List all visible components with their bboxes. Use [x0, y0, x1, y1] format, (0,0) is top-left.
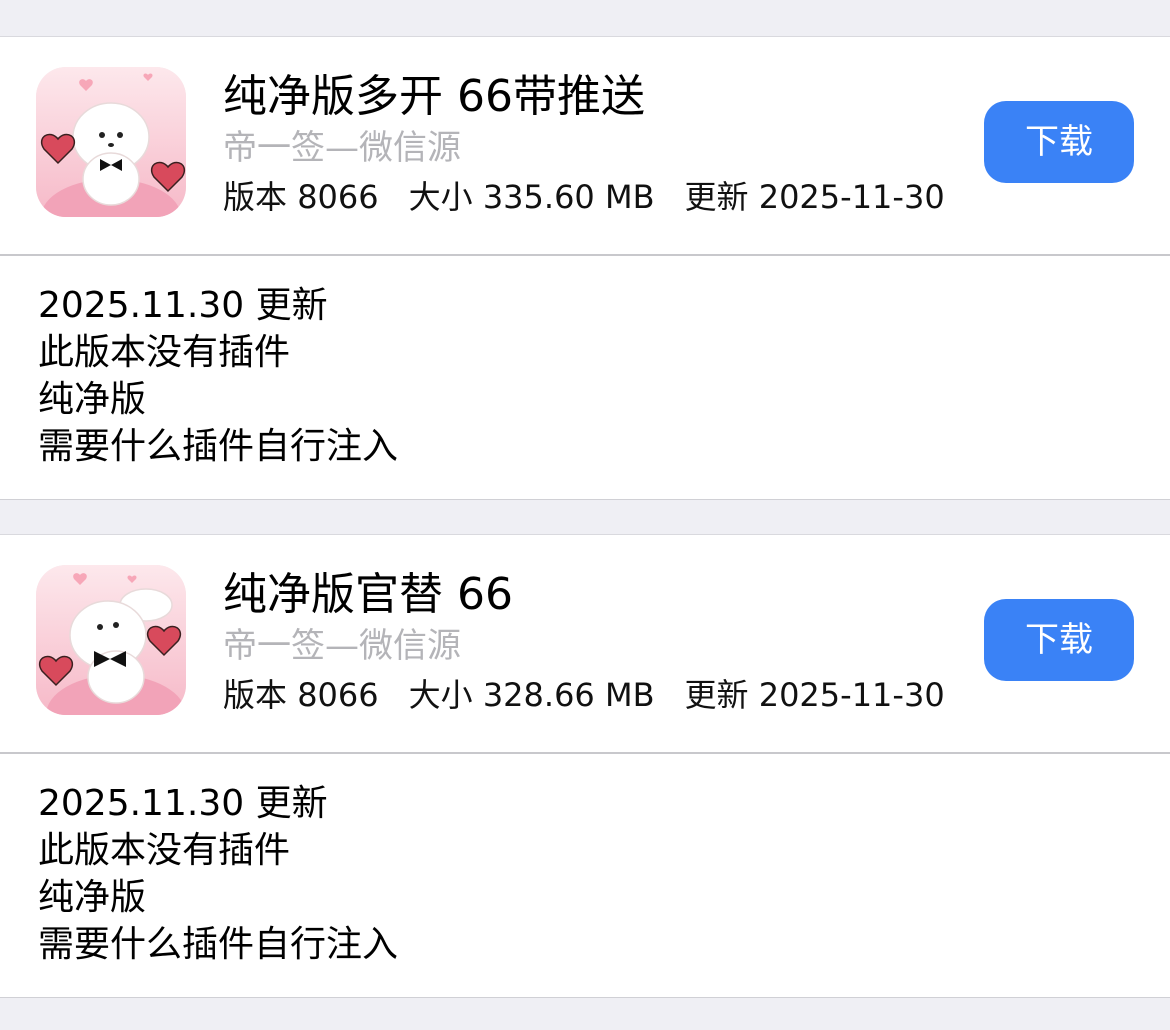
download-button[interactable]: 下载 [984, 599, 1134, 681]
app-source: 帝一签—微信源 [223, 128, 461, 168]
release-note-line: 2025.11.30 更新 [38, 783, 328, 824]
size-value: 335.60 MB [482, 178, 655, 216]
version-label: 版本 [223, 676, 288, 714]
release-note-line: 2025.11.30 更新 [38, 285, 328, 326]
updated-value: 2025-11-30 [758, 676, 945, 714]
release-notes-section: 2025.11.30 更新 此版本没有插件 纯净版 需要什么插件自行注入 [0, 752, 1170, 998]
size-info: 大小 328.66 MB [409, 673, 655, 717]
app-meta: 版本 8066 大小 328.66 MB 更新 2025-11-30 [223, 673, 945, 717]
updated-label: 更新 [684, 178, 749, 216]
app-source: 帝一签—微信源 [223, 626, 461, 666]
app-card-header[interactable]: 纯净版多开 66带推送 帝一签—微信源 版本 8066 大小 335.60 MB… [0, 36, 1170, 254]
app-card-header[interactable]: 纯净版官替 66 帝一签—微信源 版本 8066 大小 328.66 MB 更新… [0, 534, 1170, 752]
size-label: 大小 [408, 676, 473, 714]
release-notes: 2025.11.30 更新 此版本没有插件 纯净版 需要什么插件自行注入 [38, 282, 398, 470]
release-notes-section: 2025.11.30 更新 此版本没有插件 纯净版 需要什么插件自行注入 [0, 254, 1170, 500]
version-value: 8066 [297, 676, 379, 714]
release-notes: 2025.11.30 更新 此版本没有插件 纯净版 需要什么插件自行注入 [38, 780, 398, 968]
release-note-line: 此版本没有插件 [38, 830, 291, 871]
version-info: 版本 8066 [223, 673, 379, 717]
updated-info: 更新 2025-11-30 [685, 673, 945, 717]
app-meta: 版本 8066 大小 335.60 MB 更新 2025-11-30 [223, 175, 945, 219]
size-info: 大小 335.60 MB [409, 175, 655, 219]
release-note-line: 需要什么插件自行注入 [38, 426, 399, 467]
version-value: 8066 [297, 178, 379, 216]
size-label: 大小 [408, 178, 473, 216]
updated-label: 更新 [684, 676, 749, 714]
version-info: 版本 8066 [223, 175, 379, 219]
poodle-love-hearts-icon [36, 67, 186, 217]
updated-info: 更新 2025-11-30 [685, 175, 945, 219]
poodle-love-hearts-icon [36, 565, 186, 715]
release-note-line: 此版本没有插件 [38, 332, 291, 373]
version-label: 版本 [223, 178, 288, 216]
release-note-line: 纯净版 [38, 877, 147, 918]
app-list-page: 纯净版多开 66带推送 帝一签—微信源 版本 8066 大小 335.60 MB… [0, 0, 1170, 1030]
app-name: 纯净版官替 66 [223, 569, 513, 620]
app-name: 纯净版多开 66带推送 [223, 71, 645, 122]
size-value: 328.66 MB [482, 676, 655, 714]
release-note-line: 纯净版 [38, 379, 147, 420]
updated-value: 2025-11-30 [758, 178, 945, 216]
download-button[interactable]: 下载 [984, 101, 1134, 183]
release-note-line: 需要什么插件自行注入 [38, 924, 399, 965]
